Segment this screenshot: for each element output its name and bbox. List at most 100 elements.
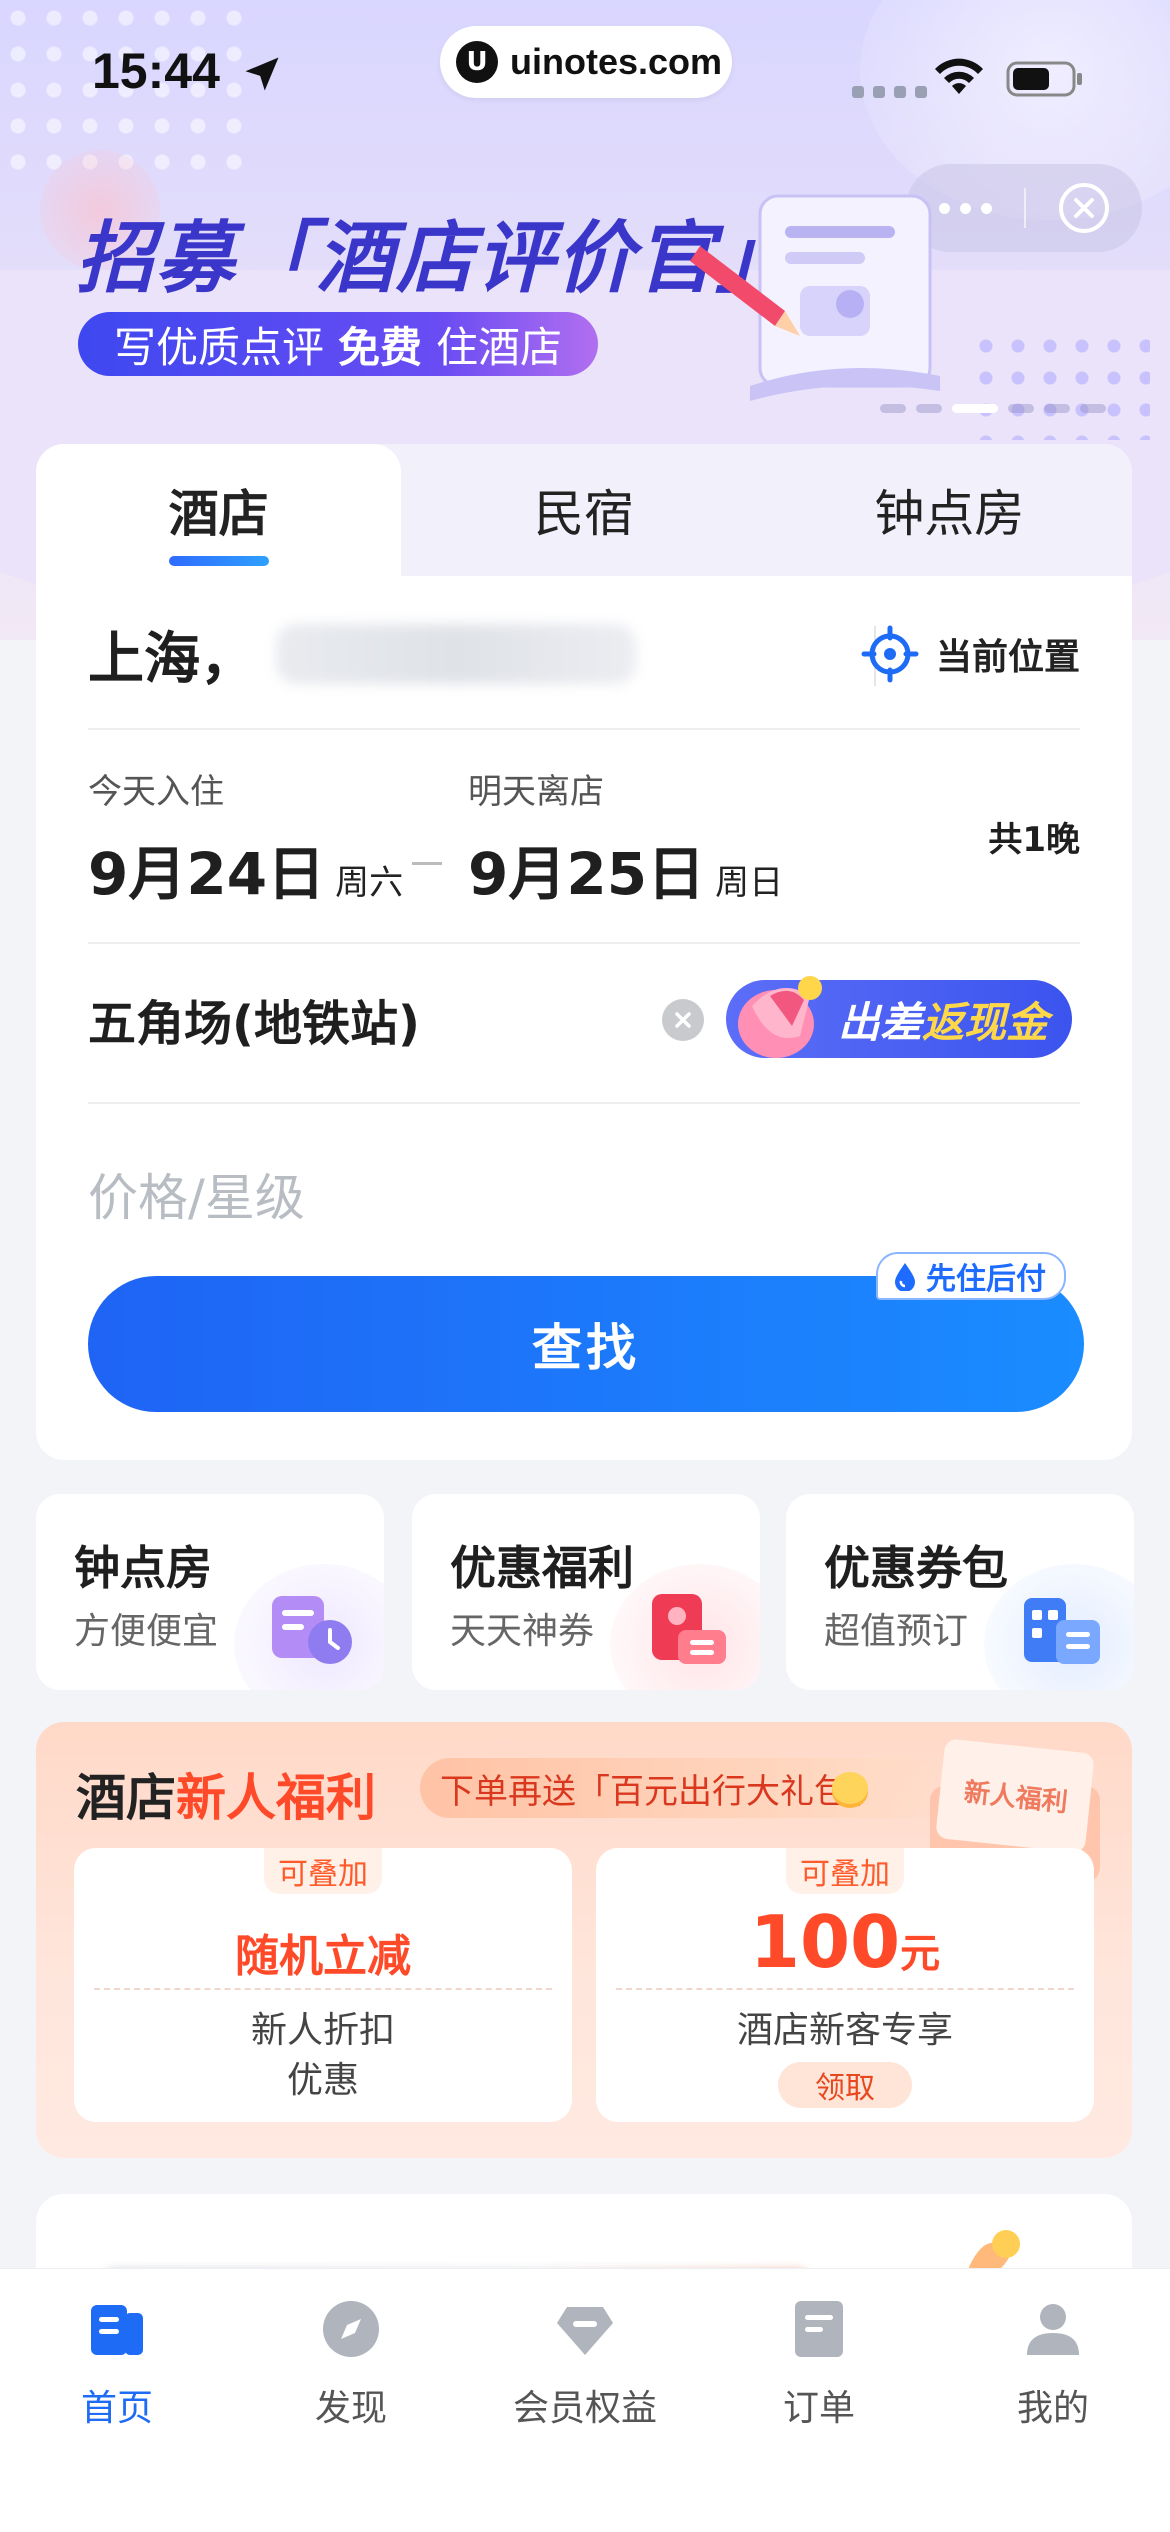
divider (88, 942, 1080, 944)
url-pill[interactable]: U uinotes.com (440, 26, 732, 98)
tab-label: 我的 (1016, 2388, 1089, 2429)
current-location-label: 当前位置 (935, 637, 1080, 678)
url-text: uinotes.com (510, 41, 723, 82)
coupon-description: 新人折扣 优惠 (74, 2006, 572, 2106)
stackable-tag: 可叠加 (264, 1848, 382, 1894)
checkin-label: 今天入住 (88, 772, 224, 812)
wifi-icon (935, 58, 983, 94)
new-user-title-pre: 酒店 (76, 1769, 176, 1827)
review-document-illustration (690, 194, 940, 401)
tab-orders[interactable]: 订单 (719, 2297, 919, 2431)
cashback-illustration (738, 976, 822, 1058)
pay-later-label: 先住后付 (926, 1262, 1046, 1297)
banner-subtitle-post: 住酒店 (436, 322, 563, 372)
coupon-main-text: 随机立减 (235, 1931, 411, 1982)
coupon-card-icon (652, 1594, 726, 1664)
drop-icon (895, 1263, 915, 1291)
checkin-date-value: 9月24日 (88, 840, 326, 908)
tab-hourly-room-label: 钟点房 (874, 485, 1025, 543)
tab-hotel[interactable]: 酒店 (36, 444, 402, 576)
checkout-date[interactable]: 明天离店 9月25日 周日 (468, 764, 783, 911)
diamond-icon (557, 2307, 613, 2355)
coupon-amount-value: 100 (749, 1900, 901, 1984)
district-blurred (276, 624, 636, 684)
city-name[interactable]: 上海， (88, 614, 256, 695)
profile-icon (1027, 2304, 1079, 2355)
coupon-desc-line: 新人折扣 (250, 2010, 395, 2051)
new-user-benefits-card[interactable]: 酒店新人福利 下单再送「百元出行大礼包」 新人福利 可叠加 随机立减 新人折扣 … (36, 1722, 1132, 2158)
battery-icon (1006, 61, 1082, 97)
business-cashback-button[interactable]: 出差 返现金 (726, 976, 1072, 1058)
compass-icon (323, 2301, 379, 2357)
pay-later-badge: 先住后付 (876, 1252, 1066, 1300)
banner-title: 招募「酒店评价官」 (76, 214, 797, 304)
close-icon[interactable] (1026, 180, 1142, 236)
coupon-desc-line: 优惠 (286, 2060, 359, 2101)
tab-member-benefits[interactable]: 会员权益 (485, 2297, 685, 2431)
checkin-date[interactable]: 今天入住 9月24日 周六 (88, 764, 403, 911)
quick-entry-coupon-pack[interactable]: 优惠券包 超值预订 (786, 1494, 1134, 1690)
current-location-button[interactable]: 当前位置 (860, 624, 1080, 684)
nights-count: 共1晚 (988, 820, 1080, 860)
order-icon (795, 2301, 843, 2357)
checkin-weekday: 周六 (335, 863, 404, 903)
checkout-label: 明天离店 (468, 772, 604, 812)
hotel-search-card: 酒店 民宿 钟点房 上海， 当前位置 今天入住 9月24日 周六 明天离店 9月… (36, 444, 1132, 1460)
quick-entry-benefits[interactable]: 优惠福利 天天神券 (412, 1494, 760, 1690)
tab-home[interactable]: 首页 (17, 2297, 217, 2431)
new-user-title-highlight: 新人福利 (176, 1769, 376, 1827)
tab-label: 发现 (314, 2388, 387, 2429)
clock-room-icon (272, 1596, 352, 1664)
keyword-input[interactable]: 五角场(地铁站) (88, 984, 420, 1054)
promo-text-gold: 返现金 (921, 997, 1048, 1047)
quick-entry-subtitle: 超值预订 (824, 1611, 969, 1652)
tab-hourly-room[interactable]: 钟点房 (767, 444, 1132, 576)
crosshair-icon (861, 625, 919, 683)
tab-label: 会员权益 (512, 2388, 657, 2429)
coupon-amount: 100元 (596, 1900, 1094, 1984)
site-logo: U (456, 41, 498, 83)
banner-dot-pattern (970, 330, 1150, 440)
tab-label: 首页 (80, 2388, 153, 2429)
promo-text-white: 出差 (837, 997, 922, 1047)
price-star-filter[interactable]: 价格/星级 (88, 1158, 305, 1230)
destination-row[interactable]: 上海， 当前位置 (88, 598, 1080, 710)
banner-subtitle-bold: 免费 (338, 322, 423, 372)
quick-entry-title: 钟点房 (74, 1541, 212, 1595)
booking-type-tabs: 酒店 民宿 钟点房 (36, 444, 1132, 576)
divider (88, 728, 1080, 730)
quick-entry-hourly-room[interactable]: 钟点房 方便便宜 (36, 1494, 384, 1690)
banner-subtitle-pre: 写优质点评 (114, 322, 325, 372)
coupon-100-yuan[interactable]: 可叠加 100元 酒店新客专享 领取 (596, 1848, 1094, 2122)
quick-entry-subtitle: 天天神券 (450, 1611, 595, 1652)
status-time: 15:44 (92, 43, 220, 99)
location-arrow-icon (245, 57, 279, 91)
coupon-description: 酒店新客专享 (736, 2010, 953, 2051)
divider (88, 1102, 1080, 1104)
coupon-amount-unit: 元 (900, 1931, 941, 1977)
quick-entry-subtitle: 方便便宜 (74, 1611, 219, 1652)
stackable-tag: 可叠加 (786, 1848, 904, 1894)
checkout-date-value: 9月25日 (468, 840, 706, 908)
claim-button[interactable]: 领取 (778, 2062, 912, 2108)
bottom-tab-bar: 首页 发现 会员权益 订单 我的 (0, 2268, 1170, 2532)
date-separator (412, 862, 442, 865)
checkout-weekday: 周日 (715, 863, 784, 903)
banner-pager (880, 404, 1106, 413)
tab-profile[interactable]: 我的 (953, 2297, 1153, 2431)
tab-homestay[interactable]: 民宿 (401, 444, 766, 576)
new-user-title: 酒店新人福利 (76, 1758, 376, 1830)
coupon-random-discount[interactable]: 可叠加 随机立减 新人折扣 优惠 (74, 1848, 572, 2122)
tab-active-indicator (168, 556, 269, 566)
cellular-signal-icon (852, 86, 927, 98)
clear-keyword-icon[interactable] (662, 999, 704, 1041)
building-icon (1024, 1598, 1100, 1664)
quick-entry-title: 优惠福利 (450, 1541, 634, 1595)
tab-homestay-label: 民宿 (533, 485, 634, 543)
tab-discover[interactable]: 发现 (251, 2297, 451, 2431)
coin-icon (832, 1772, 868, 1808)
tab-hotel-label: 酒店 (168, 485, 269, 543)
banner-subtitle: 写优质点评 免费 住酒店 (78, 312, 599, 376)
tab-label: 订单 (782, 2388, 855, 2429)
quick-entry-title: 优惠券包 (824, 1541, 1008, 1595)
